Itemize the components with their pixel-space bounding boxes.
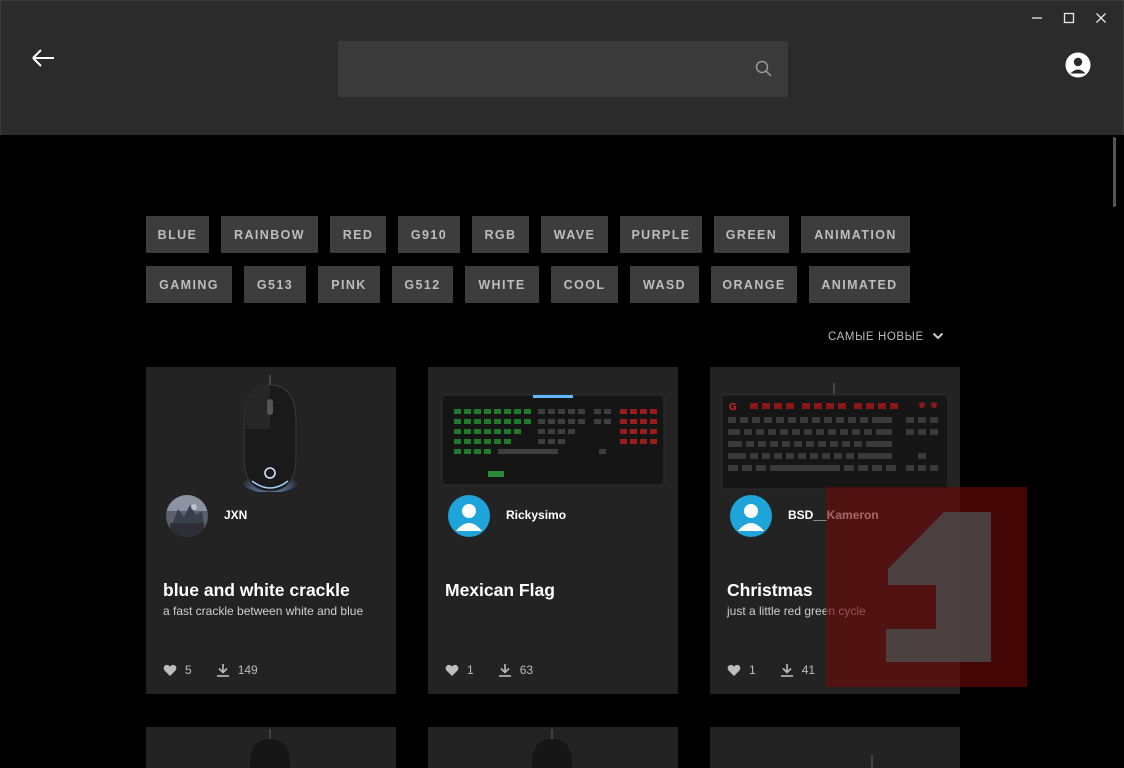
tag-red[interactable]: RED	[330, 216, 386, 253]
profile-title: Mexican Flag	[445, 580, 555, 600]
heart-icon	[163, 664, 177, 676]
tag-g512[interactable]: G512	[392, 266, 453, 303]
downloads-count: 63	[519, 663, 534, 677]
tag-rainbow[interactable]: RAINBOW	[221, 216, 318, 253]
keyboard-red-icon: G	[710, 367, 960, 492]
tag-white[interactable]: WHITE	[465, 266, 539, 303]
profile-card[interactable]	[146, 727, 396, 768]
likes-stat[interactable]: 5	[163, 663, 192, 677]
likes-count: 5	[185, 663, 192, 677]
search-icon[interactable]	[754, 59, 774, 79]
tag-animated[interactable]: ANIMATED	[809, 266, 910, 303]
tag-wasd[interactable]: WASD	[630, 266, 699, 303]
download-icon	[780, 664, 793, 677]
username[interactable]: Rickysimo	[506, 508, 566, 522]
tag-g910[interactable]: G910	[398, 216, 460, 253]
number-one-overlay	[826, 487, 1027, 687]
downloads-stat[interactable]: 63	[498, 663, 533, 677]
download-icon	[216, 664, 229, 677]
tag-row: GAMING G513 PINK G512 WHITE COOL WASD OR…	[146, 266, 926, 303]
mouse-icon	[146, 367, 396, 493]
back-arrow-icon[interactable]	[29, 45, 57, 71]
keyboard-icon	[871, 755, 873, 768]
tag-row: BLUE RAINBOW RED G910 RGB WAVE PURPLE GR…	[146, 216, 926, 253]
tag-wave[interactable]: WAVE	[541, 216, 608, 253]
title-bar	[0, 0, 1124, 135]
close-icon[interactable]	[1085, 7, 1117, 29]
search-input[interactable]	[352, 41, 742, 97]
profile-stats: 1 41	[727, 663, 839, 677]
minimize-icon[interactable]	[1021, 7, 1053, 29]
tag-cool[interactable]: COOL	[551, 266, 618, 303]
likes-stat[interactable]: 1	[445, 663, 474, 677]
tag-gaming[interactable]: GAMING	[146, 266, 232, 303]
profile-card[interactable]	[710, 727, 960, 768]
tag-green[interactable]: GREEN	[714, 216, 789, 253]
tag-rgb[interactable]: RGB	[472, 216, 529, 253]
downloads-stat[interactable]: 149	[216, 663, 258, 677]
profile-description: a fast crackle between white and blue	[163, 604, 364, 618]
window-controls	[1021, 7, 1117, 29]
avatar[interactable]	[730, 495, 772, 537]
tag-blue[interactable]: BLUE	[146, 216, 209, 253]
profile-card[interactable]: Rickysimo Mexican Flag 1 63	[428, 367, 678, 694]
avatar[interactable]	[448, 495, 490, 537]
download-icon	[498, 664, 511, 677]
downloads-stat[interactable]: 41	[780, 663, 815, 677]
tag-purple[interactable]: PURPLE	[620, 216, 702, 253]
tag-filter-list: BLUE RAINBOW RED G910 RGB WAVE PURPLE GR…	[146, 216, 926, 316]
tag-pink[interactable]: PINK	[318, 266, 380, 303]
profile-title: blue and white crackle	[163, 580, 350, 600]
likes-count: 1	[749, 663, 756, 677]
profile-title: Christmas	[727, 580, 813, 600]
username[interactable]: JXN	[224, 508, 247, 522]
avatar[interactable]	[166, 495, 208, 537]
downloads-count: 41	[801, 663, 816, 677]
maximize-icon[interactable]	[1053, 7, 1085, 29]
svg-text:G: G	[729, 402, 737, 413]
search-bar[interactable]	[338, 41, 788, 97]
downloads-count: 149	[237, 663, 258, 677]
mouse-icon	[532, 729, 572, 768]
likes-stat[interactable]: 1	[727, 663, 756, 677]
tag-animation[interactable]: ANIMATION	[801, 216, 910, 253]
profile-card[interactable]	[428, 727, 678, 768]
keyboard-green-icon	[428, 367, 678, 492]
account-icon[interactable]	[1064, 51, 1092, 79]
sort-dropdown[interactable]: САМЫЕ НОВЫЕ	[828, 331, 944, 343]
profile-stats: 1 63	[445, 663, 557, 677]
likes-count: 1	[467, 663, 474, 677]
tag-g513[interactable]: G513	[244, 266, 306, 303]
tag-orange[interactable]: ORANGE	[711, 266, 797, 303]
sort-label: САМЫЕ НОВЫЕ	[828, 331, 924, 343]
heart-icon	[445, 664, 459, 676]
profile-stats: 5 149	[163, 663, 282, 677]
profile-card[interactable]: JXN blue and white crackle a fast crackl…	[146, 367, 396, 694]
heart-icon	[727, 664, 741, 676]
scrollbar[interactable]	[1113, 137, 1116, 207]
mouse-icon	[250, 729, 290, 768]
chevron-down-icon	[932, 331, 944, 343]
